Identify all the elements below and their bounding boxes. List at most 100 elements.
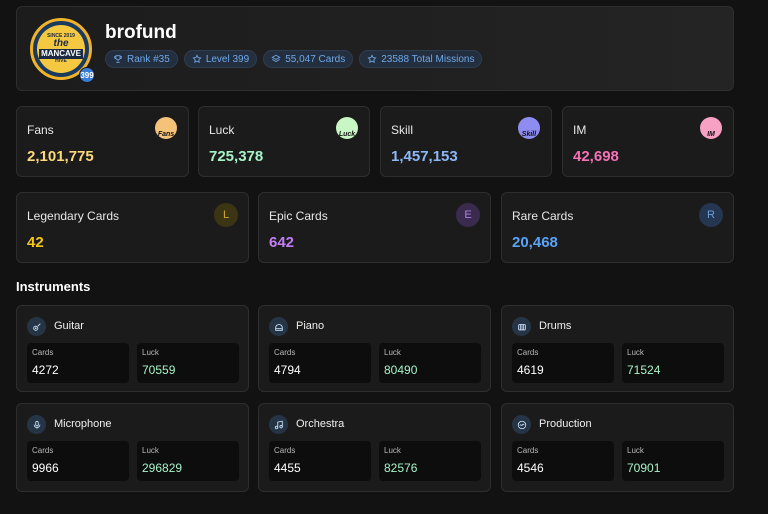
layers-icon xyxy=(271,54,281,62)
rare-icon: R xyxy=(699,203,723,227)
cards-box: Cards 4272 xyxy=(27,343,129,383)
section-title-instruments: Instruments xyxy=(16,279,91,294)
cards-box: Cards 4794 xyxy=(269,343,371,383)
cards-value: 4794 xyxy=(274,363,301,377)
stat-label: Fans xyxy=(27,123,54,137)
piano-icon xyxy=(269,317,288,336)
luck-box: Luck 82576 xyxy=(379,441,481,481)
luck-label: Luck xyxy=(627,446,644,455)
luck-icon: Luck xyxy=(336,117,358,139)
stat-label: Legendary Cards xyxy=(27,209,120,223)
stat-card-luck: Luck 725,378 Luck xyxy=(198,106,370,177)
mancave-logo: SINCE 2019 the MANCAVE HIVE xyxy=(37,25,85,73)
logo-the-text: the xyxy=(53,38,69,49)
stat-value: 42 xyxy=(27,234,44,251)
missions-text: 23588 Total Missions xyxy=(381,53,475,65)
stat-card-epic: Epic Cards 642 E xyxy=(258,192,491,263)
cards-text: 55,047 Cards xyxy=(285,53,346,65)
im-icon: IM xyxy=(700,117,722,139)
stat-value: 642 xyxy=(269,234,295,251)
cards-label: Cards xyxy=(32,446,54,455)
luck-value: 80490 xyxy=(384,363,418,377)
guitar-icon xyxy=(27,317,46,336)
instrument-name: Piano xyxy=(296,320,325,332)
profile-header: SINCE 2019 the MANCAVE HIVE 399 brofund … xyxy=(16,6,734,91)
luck-label: Luck xyxy=(142,348,159,357)
rank-tag: Rank #35 xyxy=(105,50,178,68)
stat-label: Skill xyxy=(391,123,414,137)
microphone-icon xyxy=(27,415,46,434)
cards-tag: 55,047 Cards xyxy=(263,50,354,68)
missions-tag: 23588 Total Missions xyxy=(359,50,483,68)
cards-label: Cards xyxy=(274,446,296,455)
instrument-name: Microphone xyxy=(54,418,112,430)
stat-label: Luck xyxy=(209,123,235,137)
stat-value: 725,378 xyxy=(209,148,264,165)
epic-icon: E xyxy=(456,203,480,227)
instrument-name: Production xyxy=(539,418,592,430)
fans-icon: Fans xyxy=(155,117,177,139)
stat-value: 20,468 xyxy=(512,234,558,251)
stat-card-fans: Fans 2,101,775 Fans xyxy=(16,106,189,177)
stat-card-im: IM 42,698 IM xyxy=(562,106,734,177)
cards-value: 4546 xyxy=(517,461,544,475)
luck-value: 70559 xyxy=(142,363,176,377)
profile-tags: Rank #35 Level 399 55,047 Cards 23588 To… xyxy=(105,50,483,68)
luck-label: Luck xyxy=(384,446,401,455)
star-icon xyxy=(367,54,377,64)
level-text: Level 399 xyxy=(205,53,250,65)
instrument-card-production: Production Cards 4546 Luck 70901 xyxy=(501,403,734,492)
stat-value: 1,457,153 xyxy=(391,148,458,165)
luck-value: 70901 xyxy=(627,461,661,475)
cards-box: Cards 9966 xyxy=(27,441,129,481)
drums-icon xyxy=(512,317,531,336)
level-tag: Level 399 xyxy=(183,50,258,68)
luck-label: Luck xyxy=(627,348,644,357)
rank-text: Rank #35 xyxy=(127,53,170,65)
luck-box: Luck 70559 xyxy=(137,343,239,383)
instrument-card-orchestra: Orchestra Cards 4455 Luck 82576 xyxy=(258,403,491,492)
skill-icon: Skill xyxy=(518,117,540,139)
cards-box: Cards 4455 xyxy=(269,441,371,481)
stat-value: 42,698 xyxy=(573,148,619,165)
username: brofund xyxy=(105,22,177,43)
stat-card-legendary: Legendary Cards 42 L xyxy=(16,192,249,263)
luck-box: Luck 71524 xyxy=(622,343,724,383)
production-icon xyxy=(512,415,531,434)
cards-box: Cards 4619 xyxy=(512,343,614,383)
luck-label: Luck xyxy=(384,348,401,357)
instrument-name: Guitar xyxy=(54,320,84,332)
cards-label: Cards xyxy=(517,446,539,455)
luck-box: Luck 70901 xyxy=(622,441,724,481)
cards-label: Cards xyxy=(517,348,539,357)
stat-label: Rare Cards xyxy=(512,209,574,223)
logo-bottom-text: HIVE xyxy=(55,58,67,64)
luck-value: 296829 xyxy=(142,461,183,475)
luck-value: 82576 xyxy=(384,461,418,475)
stat-card-skill: Skill 1,457,153 Skill xyxy=(380,106,552,177)
star-icon xyxy=(192,54,202,64)
cards-value: 9966 xyxy=(32,461,59,475)
instrument-card-piano: Piano Cards 4794 Luck 80490 xyxy=(258,305,491,392)
cards-value: 4272 xyxy=(32,363,59,377)
instrument-name: Drums xyxy=(539,320,572,332)
luck-label: Luck xyxy=(142,446,159,455)
cards-label: Cards xyxy=(32,348,54,357)
cards-value: 4455 xyxy=(274,461,301,475)
stat-value: 2,101,775 xyxy=(27,148,94,165)
luck-value: 71524 xyxy=(627,363,661,377)
trophy-icon xyxy=(114,55,122,63)
cards-label: Cards xyxy=(274,348,296,357)
instrument-card-microphone: Microphone Cards 9966 Luck 296829 xyxy=(16,403,249,492)
stat-label: IM xyxy=(573,123,587,137)
instrument-card-drums: Drums Cards 4619 Luck 71524 xyxy=(501,305,734,392)
level-badge: 399 xyxy=(79,67,95,83)
instrument-card-guitar: Guitar Cards 4272 Luck 70559 xyxy=(16,305,249,392)
luck-box: Luck 80490 xyxy=(379,343,481,383)
cards-box: Cards 4546 xyxy=(512,441,614,481)
legendary-icon: L xyxy=(214,203,238,227)
cards-value: 4619 xyxy=(517,363,544,377)
instrument-name: Orchestra xyxy=(296,418,345,430)
stat-label: Epic Cards xyxy=(269,209,328,223)
music-note-icon xyxy=(269,415,288,434)
